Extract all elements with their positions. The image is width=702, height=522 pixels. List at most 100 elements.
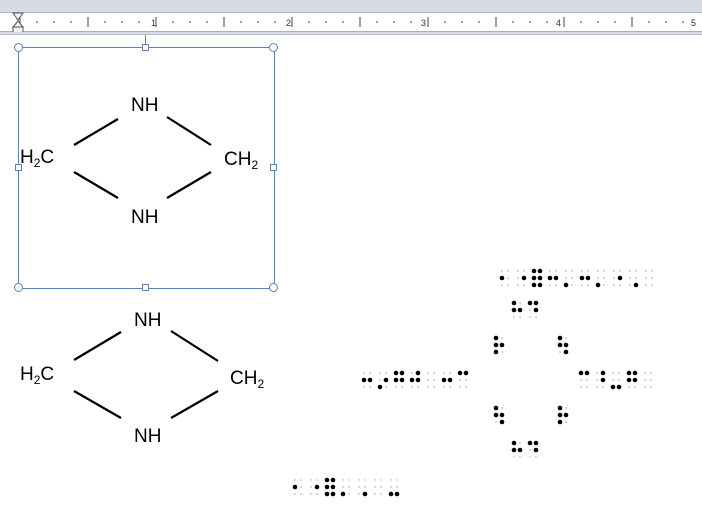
braille-dot-raised <box>527 440 533 446</box>
braille-dot-blank <box>390 486 392 488</box>
braille-dot-blank <box>507 284 509 286</box>
braille-dot-blank <box>411 386 413 388</box>
braille-dot-raised <box>531 268 537 274</box>
braille-dot-blank <box>635 270 637 272</box>
braille-dot-raised <box>610 384 616 390</box>
braille-dot-blank <box>374 493 376 495</box>
braille-dot-raised <box>632 370 638 376</box>
braille-dot-blank <box>559 351 561 353</box>
braille-dot-blank <box>529 316 531 318</box>
braille-dot-blank <box>644 386 646 388</box>
ruler-number-4: 4 <box>556 18 561 28</box>
braille-dot-blank <box>603 284 605 286</box>
braille-dot-raised <box>557 342 563 348</box>
braille-dot-raised <box>324 491 330 497</box>
indent-marker-icon[interactable] <box>12 12 24 32</box>
ruler-number-5: 5 <box>691 18 696 28</box>
braille-dot-blank <box>294 479 296 481</box>
braille-dot-blank <box>433 386 435 388</box>
braille-dot-blank <box>316 493 318 495</box>
braille-dot-raised <box>367 377 373 383</box>
braille-dot-blank <box>294 493 296 495</box>
braille-dot-raised <box>557 419 563 425</box>
braille-dot-blank <box>501 270 503 272</box>
braille-dot-raised <box>563 349 569 355</box>
ruler-number-1: 1 <box>151 18 156 28</box>
braille-dot-blank <box>628 386 630 388</box>
braille-dot-blank <box>374 486 376 488</box>
braille-dot-blank <box>629 270 631 272</box>
braille-dot-blank <box>587 284 589 286</box>
braille-dot-blank <box>596 372 598 374</box>
braille-dot-blank <box>549 284 551 286</box>
braille-dot-blank <box>358 493 360 495</box>
braille-dot-raised <box>563 282 569 288</box>
braille-dot-blank <box>619 270 621 272</box>
braille-dot-raised <box>340 491 346 497</box>
braille-dot-blank <box>596 386 598 388</box>
braille-dot-blank <box>342 486 344 488</box>
braille-dot-blank <box>395 386 397 388</box>
braille-dot-blank <box>358 486 360 488</box>
braille-dot-raised <box>499 275 505 281</box>
braille-dot-raised <box>441 377 447 383</box>
braille-dot-blank <box>517 277 519 279</box>
braille-dot-raised <box>527 300 533 306</box>
braille-dot-blank <box>358 479 360 481</box>
braille-dot-blank <box>629 284 631 286</box>
braille-dot-blank <box>581 270 583 272</box>
braille-dot-blank <box>310 479 312 481</box>
braille-dot-blank <box>348 493 350 495</box>
braille-dot-blank <box>602 386 604 388</box>
braille-dot-blank <box>443 386 445 388</box>
braille-dot-blank <box>644 372 646 374</box>
braille-dot-raised <box>361 377 367 383</box>
braille-dot-raised <box>633 282 639 288</box>
braille-dot-blank <box>433 379 435 381</box>
braille-dot-raised <box>578 370 584 376</box>
braille-dot-raised <box>533 300 539 306</box>
braille-dot-blank <box>363 372 365 374</box>
braille-dot-raised <box>493 412 499 418</box>
braille-dot-blank <box>300 479 302 481</box>
braille-dot-blank <box>603 270 605 272</box>
braille-dot-raised <box>383 377 389 383</box>
braille-dot-raised <box>330 477 336 483</box>
braille-dot-raised <box>595 282 601 288</box>
braille-dot-blank <box>529 449 531 451</box>
braille-dot-raised <box>463 370 469 376</box>
braille-dot-blank <box>651 277 653 279</box>
braille-dot-blank <box>427 379 429 381</box>
braille-dot-raised <box>292 484 298 490</box>
braille-dot-blank <box>565 270 567 272</box>
braille-dot-raised <box>531 282 537 288</box>
braille-dot-blank <box>348 486 350 488</box>
braille-dot-blank <box>369 372 371 374</box>
braille-dot-raised <box>537 282 543 288</box>
braille-dot-blank <box>581 284 583 286</box>
braille-dot-blank <box>310 486 312 488</box>
braille-dot-blank <box>449 386 451 388</box>
braille-dot-raised <box>393 370 399 376</box>
braille-dot-blank <box>618 379 620 381</box>
braille-dot-blank <box>300 493 302 495</box>
braille-dot-blank <box>501 284 503 286</box>
document-canvas[interactable]: NH NH H2C CH2 NH NH H2C CH2 <box>0 35 702 522</box>
braille-dot-raised <box>533 440 539 446</box>
braille-dot-raised <box>553 275 559 281</box>
braille-dot-blank <box>613 270 615 272</box>
braille-dot-blank <box>612 372 614 374</box>
braille-dot-raised <box>617 275 623 281</box>
braille-dot-raised <box>537 268 543 274</box>
braille-dot-blank <box>612 379 614 381</box>
braille-dot-blank <box>449 372 451 374</box>
braille-dot-raised <box>563 412 569 418</box>
braille-dot-blank <box>597 277 599 279</box>
braille-dot-blank <box>379 372 381 374</box>
braille-dot-blank <box>380 486 382 488</box>
braille-dot-blank <box>396 479 398 481</box>
braille-dot-raised <box>557 335 563 341</box>
braille-dot-blank <box>507 277 509 279</box>
braille-dot-blank <box>650 372 652 374</box>
braille-dot-blank <box>513 456 515 458</box>
